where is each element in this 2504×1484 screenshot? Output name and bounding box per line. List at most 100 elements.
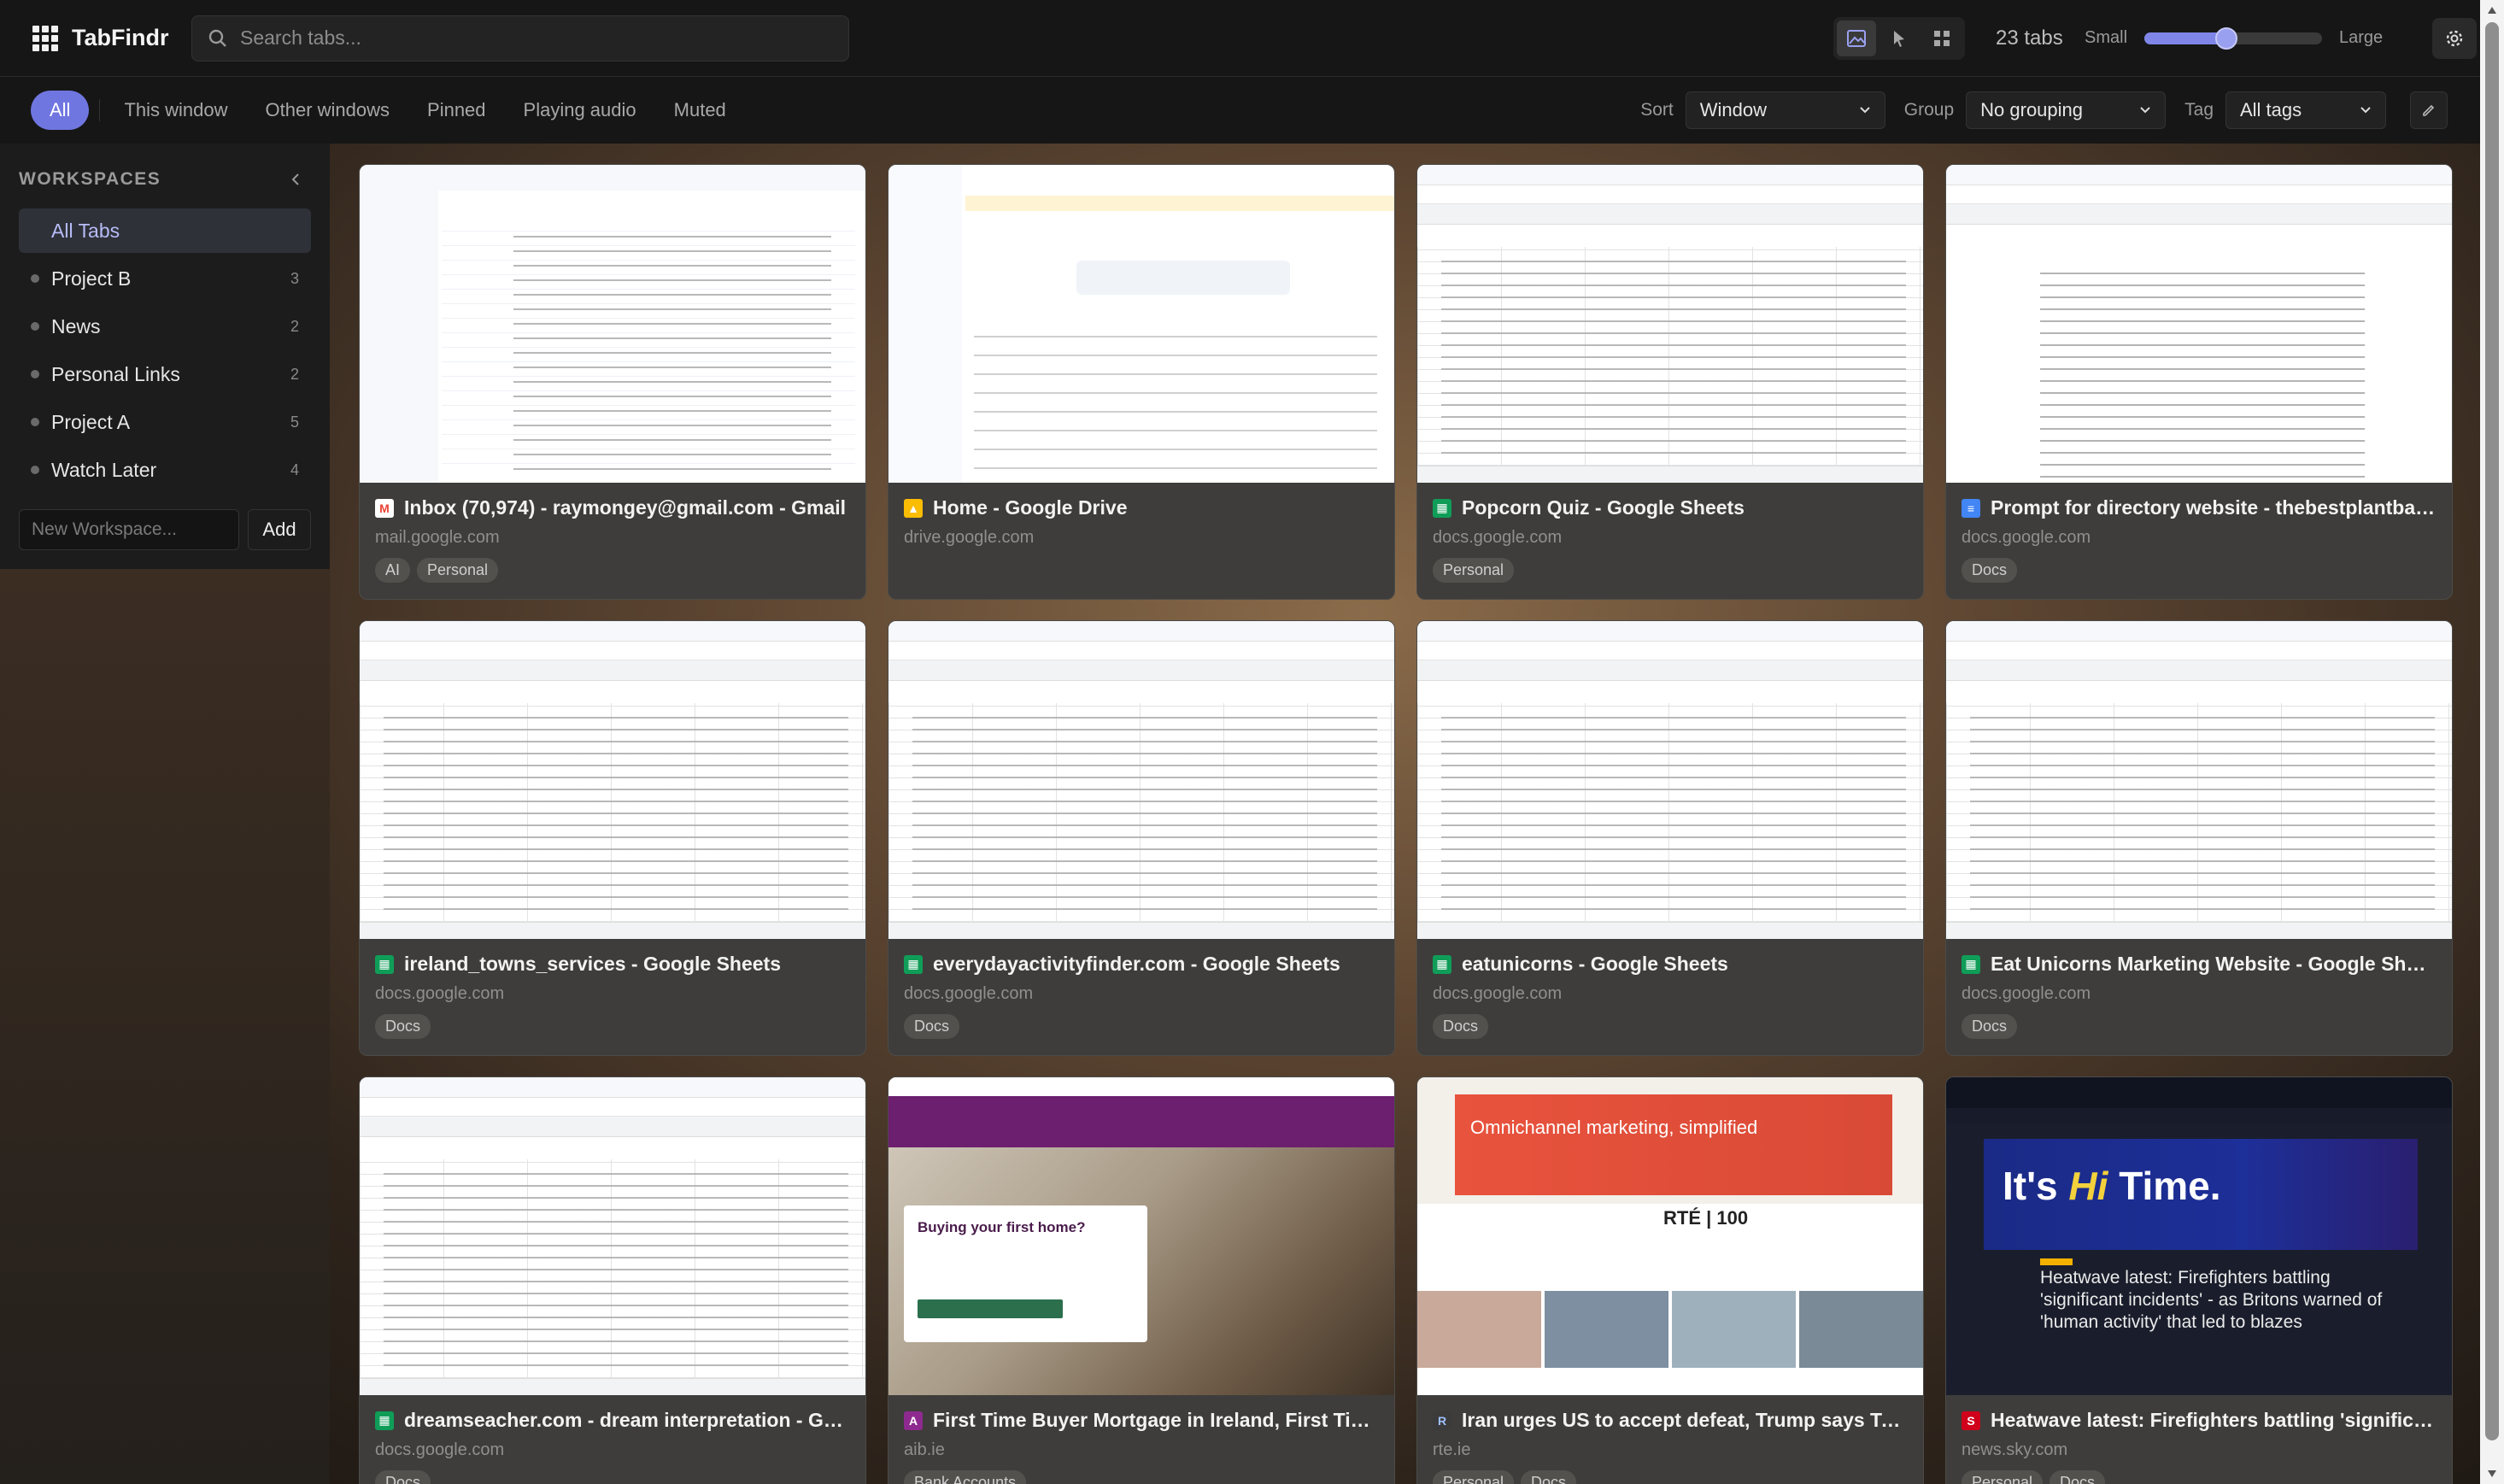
filter-chip-all[interactable]: All bbox=[31, 91, 90, 130]
workspace-item-project-a[interactable]: Project A 5 bbox=[19, 400, 311, 444]
tab-title[interactable]: First Time Buyer Mortgage in Ireland, Fi… bbox=[933, 1409, 1379, 1432]
tab-tags: Personal Docs bbox=[1433, 1470, 1908, 1484]
tab-thumbnail[interactable] bbox=[360, 1077, 865, 1395]
tab-title[interactable]: eatunicorns - Google Sheets bbox=[1462, 953, 1728, 976]
tab-thumbnail[interactable] bbox=[360, 621, 865, 939]
scroll-down-arrow[interactable] bbox=[2488, 1470, 2496, 1477]
search-input[interactable] bbox=[240, 26, 848, 50]
tab-card[interactable]: ▦ dreamseacher.com - dream interpretation… bbox=[359, 1076, 866, 1484]
rte-ad-banner: Omnichannel marketing, simplified bbox=[1455, 1094, 1892, 1195]
workspace-count: 2 bbox=[290, 365, 299, 383]
tag-badge[interactable]: Docs bbox=[375, 1470, 431, 1484]
tab-info: ▦ eatunicorns - Google Sheets docs.google.… bbox=[1417, 939, 1923, 1053]
settings-button[interactable] bbox=[2432, 17, 2478, 59]
group-select[interactable]: No grouping bbox=[1966, 91, 2167, 129]
tab-card[interactable]: ▦ ireland_towns_services - Google Sheets d… bbox=[359, 620, 866, 1056]
filter-chip-playing-audio[interactable]: Playing audio bbox=[510, 91, 650, 130]
tab-thumbnail[interactable] bbox=[1417, 165, 1923, 483]
search-box[interactable] bbox=[191, 15, 849, 62]
workspace-item-news[interactable]: News 2 bbox=[19, 304, 311, 349]
tag-badge[interactable]: Personal bbox=[417, 558, 499, 583]
tab-thumbnail[interactable] bbox=[1946, 165, 2452, 483]
tag-badge[interactable]: AI bbox=[375, 558, 411, 583]
thumbnail-size-slider[interactable] bbox=[2144, 26, 2323, 50]
sheet-header bbox=[360, 1077, 865, 1098]
tab-card[interactable]: ▲ Home - Google Drive drive.google.com bbox=[888, 164, 1395, 600]
filter-chip-other-windows[interactable]: Other windows bbox=[252, 91, 404, 130]
chevron-left-icon[interactable] bbox=[290, 173, 301, 186]
tab-info: ▦ dreamseacher.com - dream interpretation… bbox=[360, 1395, 865, 1484]
workspace-item-all-tabs[interactable]: All Tabs bbox=[19, 208, 311, 253]
tab-title[interactable]: Home - Google Drive bbox=[933, 496, 1127, 519]
workspace-item-project-b[interactable]: Project B 3 bbox=[19, 256, 311, 301]
workspace-item-watch-later[interactable]: Watch Later 4 bbox=[19, 448, 311, 492]
size-large-label: Large bbox=[2339, 28, 2384, 47]
pointer-view-button[interactable] bbox=[1879, 21, 1919, 56]
tab-card[interactable]: ▦ Eat Unicorns Marketing Website - Google… bbox=[1945, 620, 2453, 1056]
sheet-menubar bbox=[1946, 642, 2452, 660]
tab-title[interactable]: Heatwave latest: Firefighters battling '… bbox=[1991, 1409, 2437, 1432]
sheet-text bbox=[912, 710, 1377, 913]
edit-tags-button[interactable] bbox=[2410, 91, 2448, 129]
tab-title[interactable]: Iran urges US to accept defeat, Trump sa… bbox=[1462, 1409, 1908, 1432]
sky-hero: It's Hi Time. bbox=[1984, 1139, 2418, 1250]
tag-badge[interactable]: Docs bbox=[904, 1014, 960, 1039]
tab-card[interactable]: ≡ Prompt for directory website - thebestp… bbox=[1945, 164, 2453, 600]
workspace-name: Project B bbox=[51, 267, 132, 290]
slider-handle[interactable] bbox=[2214, 26, 2237, 50]
tag-badge[interactable]: Bank Accounts bbox=[904, 1470, 1027, 1484]
tab-thumbnail[interactable] bbox=[360, 165, 865, 483]
scroll-up-arrow[interactable] bbox=[2488, 7, 2496, 14]
tab-thumbnail[interactable]: It's Hi Time. Heatwave latest: Firefighte… bbox=[1946, 1077, 2452, 1395]
tab-title[interactable]: ireland_towns_services - Google Sheets bbox=[404, 953, 781, 976]
tag-badge[interactable]: Docs bbox=[375, 1014, 431, 1039]
filter-chip-muted[interactable]: Muted bbox=[660, 91, 740, 130]
tab-card[interactable]: ▦ everydayactivityfinder.com - Google She… bbox=[888, 620, 1395, 1056]
tab-info: ▦ Eat Unicorns Marketing Website - Google… bbox=[1946, 939, 2452, 1053]
tab-title[interactable]: Inbox (70,974) - raymongey@gmail.com - G… bbox=[404, 496, 846, 519]
tag-badge[interactable]: Docs bbox=[1962, 1014, 2018, 1039]
workspace-item-personal-links[interactable]: Personal Links 2 bbox=[19, 352, 311, 396]
tab-card[interactable]: Omnichannel marketing, simplified RTÉ | 1… bbox=[1416, 1076, 1924, 1484]
add-workspace-button[interactable]: Add bbox=[248, 509, 311, 550]
tab-title[interactable]: Popcorn Quiz - Google Sheets bbox=[1462, 496, 1745, 519]
grid-view-button[interactable] bbox=[1922, 21, 1962, 56]
tab-card[interactable]: ▦ Popcorn Quiz - Google Sheets docs.google… bbox=[1416, 164, 1924, 600]
scrollbar-thumb[interactable] bbox=[2485, 22, 2499, 1440]
sheet-toolbar bbox=[888, 660, 1394, 681]
tag-badge[interactable]: Docs bbox=[1433, 1014, 1489, 1039]
tab-thumbnail[interactable]: Omnichannel marketing, simplified RTÉ | 1… bbox=[1417, 1077, 1923, 1395]
new-workspace-input[interactable] bbox=[19, 509, 239, 550]
tab-thumbnail[interactable] bbox=[888, 165, 1394, 483]
filter-chip-pinned[interactable]: Pinned bbox=[413, 91, 500, 130]
tab-title[interactable]: everydayactivityfinder.com - Google Shee… bbox=[933, 953, 1340, 976]
tab-info: ▦ ireland_towns_services - Google Sheets d… bbox=[360, 939, 865, 1053]
app-logo[interactable]: TabFindr bbox=[32, 25, 191, 51]
tab-thumbnail[interactable]: Buying your first home? bbox=[888, 1077, 1394, 1395]
tab-thumbnail[interactable] bbox=[1946, 621, 2452, 939]
tag-badge[interactable]: Personal bbox=[1962, 1470, 2044, 1484]
filter-chips: All This window Other windows Pinned Playing… bbox=[31, 91, 740, 130]
tag-badge[interactable]: Docs bbox=[1521, 1470, 1577, 1484]
tab-card[interactable]: M Inbox (70,974) - raymongey@gmail.com - … bbox=[359, 164, 866, 600]
tab-title[interactable]: Prompt for directory website - thebestpl… bbox=[1991, 496, 2437, 519]
tab-thumbnail[interactable] bbox=[1417, 621, 1923, 939]
tag-badge[interactable]: Docs bbox=[1962, 558, 2018, 583]
tab-title[interactable]: dreamseacher.com - dream interpretation … bbox=[404, 1409, 850, 1432]
sort-select[interactable]: Window bbox=[1685, 91, 1885, 129]
tab-card[interactable]: ▦ eatunicorns - Google Sheets docs.google.… bbox=[1416, 620, 1924, 1056]
tag-badge[interactable]: Personal bbox=[1433, 1470, 1515, 1484]
filter-chip-this-window[interactable]: This window bbox=[110, 91, 241, 130]
tab-card[interactable]: It's Hi Time. Heatwave latest: Firefighte… bbox=[1945, 1076, 2453, 1484]
tag-badge[interactable]: Docs bbox=[2050, 1470, 2106, 1484]
tag-select[interactable]: All tags bbox=[2225, 91, 2386, 129]
tab-info: ▦ Popcorn Quiz - Google Sheets docs.google… bbox=[1417, 483, 1923, 596]
tag-badge[interactable]: Personal bbox=[1433, 558, 1515, 583]
page-scrollbar[interactable] bbox=[2480, 0, 2504, 1484]
image-view-button[interactable] bbox=[1837, 20, 1876, 56]
tab-title[interactable]: Eat Unicorns Marketing Website - Google … bbox=[1991, 953, 2437, 976]
tab-card[interactable]: Buying your first home? A First Time Buyer… bbox=[888, 1076, 1395, 1484]
tab-tags: Docs bbox=[375, 1470, 850, 1484]
workspace-dot-icon bbox=[31, 274, 39, 283]
tab-thumbnail[interactable] bbox=[888, 621, 1394, 939]
